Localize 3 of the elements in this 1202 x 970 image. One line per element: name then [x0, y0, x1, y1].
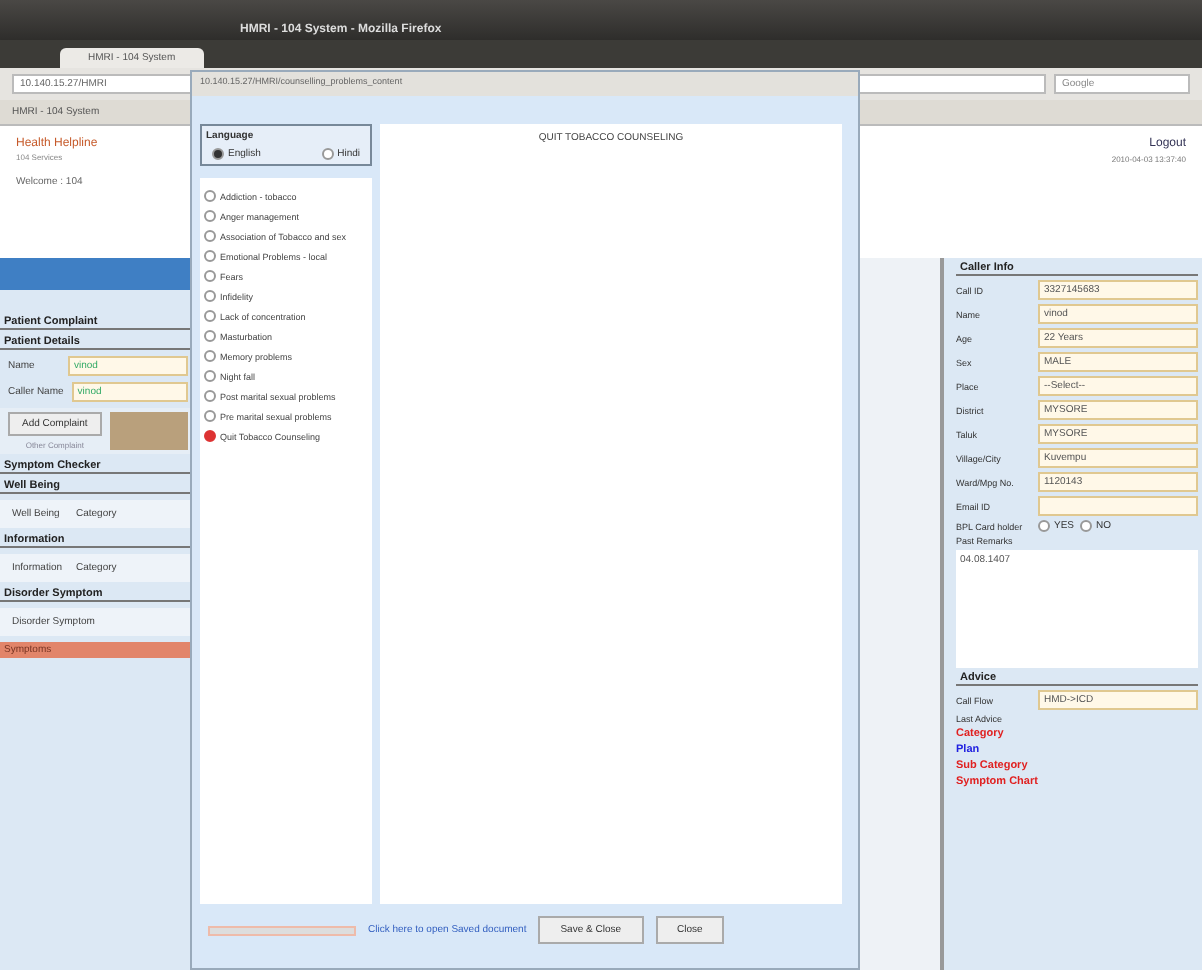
input-field[interactable] [1038, 496, 1198, 516]
image-area [109, 412, 188, 450]
scroll-bar[interactable] [208, 925, 356, 935]
